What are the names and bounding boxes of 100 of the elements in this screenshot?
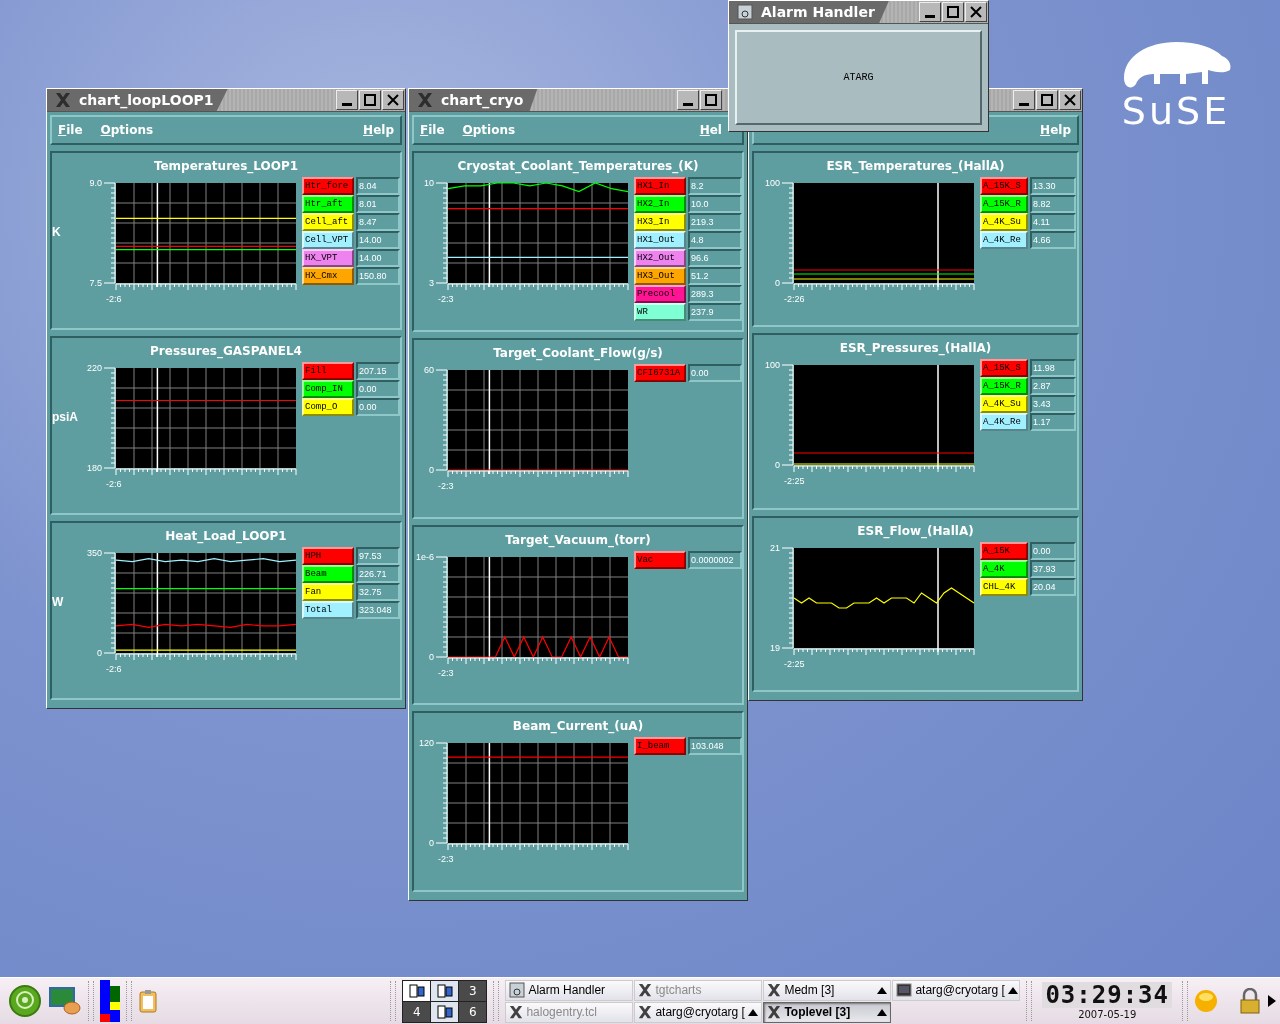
task-button[interactable]: atarg@cryotarg [	[634, 1001, 763, 1023]
channel-name[interactable]: HX2_In	[634, 195, 686, 213]
channel-name[interactable]: A_4K_Su	[980, 213, 1028, 231]
minimize-button[interactable]	[919, 2, 941, 22]
task-button[interactable]: Medm [3]	[763, 979, 892, 1001]
channel-name[interactable]: Beam	[302, 565, 354, 583]
clipboard-icon[interactable]	[138, 989, 158, 1013]
channel-name[interactable]: Htr_aft	[302, 195, 354, 213]
monitor-shell-icon[interactable]	[48, 986, 82, 1016]
channel-name[interactable]: CFI6731A	[634, 363, 686, 382]
x-logo-icon	[417, 92, 433, 108]
channel-name[interactable]: Fan	[302, 583, 354, 601]
minimize-button[interactable]	[336, 90, 358, 110]
channel-value: 20.04	[1030, 577, 1076, 596]
maximize-button[interactable]	[942, 2, 964, 22]
system-monitor-icon[interactable]	[100, 980, 120, 1022]
channel-value: 8.2	[688, 177, 742, 195]
close-icon	[1064, 94, 1076, 106]
channel-name[interactable]: A_4K_Re	[980, 413, 1028, 432]
maximize-button[interactable]	[700, 90, 722, 110]
minimize-icon	[925, 14, 935, 18]
channel-value: 289.3	[688, 285, 742, 303]
channel-name[interactable]: Cell_VPT	[302, 231, 354, 249]
channel-name[interactable]: A_15K_R	[980, 195, 1028, 213]
tick-label: -2:3	[438, 294, 454, 304]
channel-name[interactable]: A_4K_Su	[980, 395, 1028, 414]
channel-value: 8.82	[1030, 195, 1076, 213]
tick-label: 180	[86, 463, 102, 473]
channel-value: 11.98	[1030, 359, 1076, 378]
task-button[interactable]: atarg@cryotarg [	[892, 979, 1021, 1001]
close-button[interactable]	[1059, 90, 1081, 110]
channel-name[interactable]: HPH	[302, 547, 354, 565]
channel-value: 96.6	[688, 249, 742, 267]
minimize-icon	[342, 102, 352, 106]
window-title: chart_cryo	[441, 92, 524, 108]
close-button[interactable]	[382, 90, 404, 110]
tick-label: -2:6	[106, 294, 122, 304]
panel-title: Temperatures_LOOP1	[153, 159, 299, 173]
alarm-app-icon	[509, 982, 526, 998]
pager-desktop[interactable]	[431, 980, 459, 1001]
task-button[interactable]: Toplevel [3]	[763, 1001, 892, 1023]
window-thumbnail-icon	[435, 1004, 454, 1019]
channel-name[interactable]: A_15K_S	[980, 177, 1028, 195]
menu-orb-icon[interactable]	[8, 984, 42, 1018]
channel-name[interactable]: Vac	[634, 550, 686, 569]
tick-label: 60	[424, 364, 434, 375]
channel-name[interactable]: WR	[634, 303, 686, 321]
maximize-icon	[364, 94, 376, 106]
x-logo-icon	[55, 92, 71, 108]
panel-title: ESR_Flow_(HallA)	[857, 523, 974, 538]
tick-label: 0	[775, 460, 780, 471]
channel-name[interactable]: HX2_Out	[634, 249, 686, 267]
channel-value: 1.17	[1030, 413, 1076, 432]
tick-label: -2:26	[784, 294, 805, 304]
channel-name[interactable]: HX3_In	[634, 213, 686, 231]
x-logo-icon	[638, 1005, 653, 1019]
channel-name[interactable]: Cell_aft	[302, 213, 354, 231]
task-button[interactable]: Alarm Handler	[505, 979, 634, 1001]
pager-desktop[interactable]: 4	[403, 1001, 431, 1022]
channel-name[interactable]: A_4K_Re	[980, 231, 1028, 249]
channel-value: 226.71	[356, 565, 400, 583]
channel-value: 32.75	[356, 583, 400, 601]
lock-icon[interactable]	[1238, 988, 1262, 1014]
channel-name[interactable]: A_15K_R	[980, 377, 1028, 396]
maximize-button[interactable]	[359, 90, 381, 110]
channel-name[interactable]: Htr_fore	[302, 177, 354, 195]
tick-label: 7.5	[89, 278, 102, 288]
channel-name[interactable]: A_15K	[980, 541, 1028, 560]
channel-name[interactable]: Comp_O	[302, 398, 354, 416]
channel-value: 237.9	[688, 303, 742, 321]
minimize-button[interactable]	[677, 90, 699, 110]
channel-name[interactable]: Total	[302, 601, 354, 619]
window-title: Alarm Handler	[761, 4, 875, 20]
pager-desktop[interactable]: 3	[459, 980, 487, 1001]
channel-name[interactable]: HX_Cmx	[302, 267, 354, 285]
axis-title: psiA	[52, 410, 79, 424]
channel-name[interactable]: HX1_In	[634, 177, 686, 195]
channel-name[interactable]: HX_VPT	[302, 249, 354, 267]
x-logo-icon	[767, 983, 782, 997]
maximize-button[interactable]	[1036, 90, 1058, 110]
channel-name[interactable]: Precool	[634, 285, 686, 303]
minimize-button[interactable]	[1013, 90, 1035, 110]
channel-name[interactable]: A_15K_S	[980, 359, 1028, 378]
channel-value: 10.0	[688, 195, 742, 213]
channel-name[interactable]: HX1_Out	[634, 231, 686, 249]
pager-desktop[interactable]	[403, 980, 431, 1001]
channel-name[interactable]: HX3_Out	[634, 267, 686, 285]
tick-label: 3	[429, 278, 434, 288]
terminal-icon	[896, 983, 913, 997]
pager-desktop[interactable]	[431, 1001, 459, 1022]
channel-name[interactable]: I_beam	[634, 737, 686, 756]
close-icon	[970, 6, 982, 18]
alarm-group-button[interactable]: ATARG	[735, 30, 982, 125]
arrow-right-icon[interactable]	[1268, 995, 1276, 1007]
channel-value: 0.00	[688, 363, 742, 382]
close-button[interactable]	[965, 2, 987, 22]
channel-name[interactable]: Fill	[302, 362, 354, 380]
tick-label: 0	[429, 651, 434, 662]
pager-desktop[interactable]: 6	[459, 1001, 487, 1022]
channel-name[interactable]: Comp_IN	[302, 380, 354, 398]
